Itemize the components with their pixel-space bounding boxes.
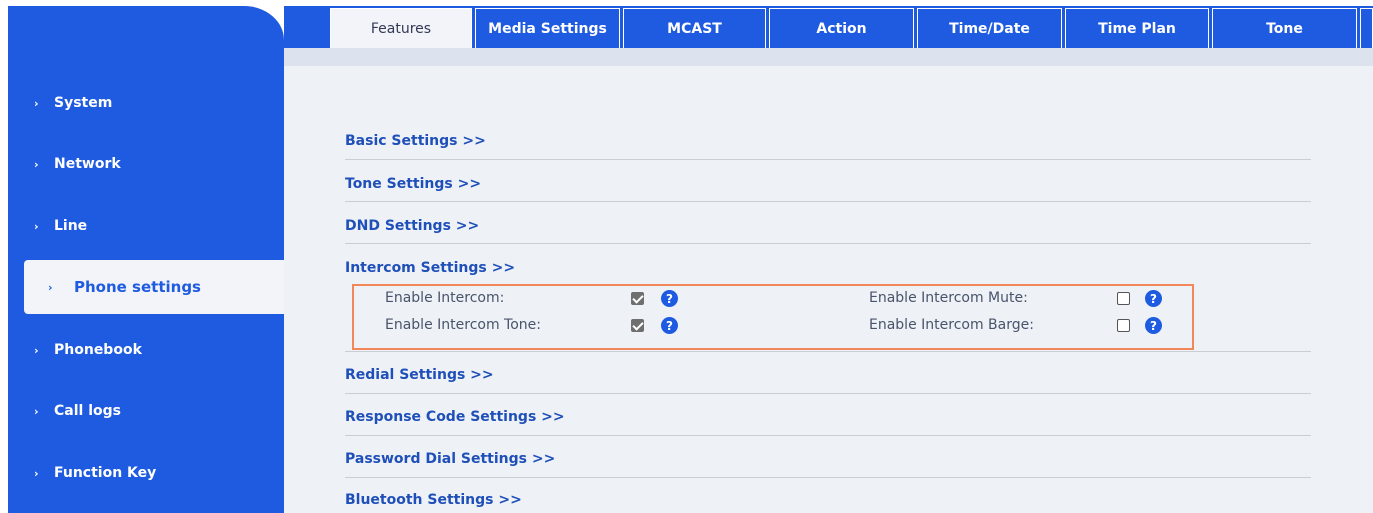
sidebar-item-label: Phonebook [54,342,142,358]
help-icon[interactable]: ? [661,317,678,334]
sidebar-item-label: Call logs [54,403,121,419]
section-password-dial-settings[interactable]: Password Dial Settings >> [345,451,555,467]
sidebar-item-phone-settings[interactable]: › Phone settings [24,260,284,314]
tab-action[interactable]: Action [769,8,914,48]
section-tone-settings[interactable]: Tone Settings >> [345,176,481,192]
enable-intercom-tone-checkbox[interactable] [631,319,644,332]
section-bluetooth-settings[interactable]: Bluetooth Settings >> [345,492,522,508]
chevron-right-icon: › [34,219,39,233]
chevron-right-icon: › [34,96,39,110]
help-icon[interactable]: ? [1145,290,1162,307]
section-intercom-settings[interactable]: Intercom Settings >> [345,260,515,276]
chevron-right-icon: › [34,157,39,171]
chevron-right-icon: › [34,404,39,418]
enable-intercom-barge-checkbox[interactable] [1117,319,1130,332]
tab-time-plan[interactable]: Time Plan [1065,8,1209,48]
section-basic-settings[interactable]: Basic Settings >> [345,133,486,149]
enable-intercom-mute-label: Enable Intercom Mute: [869,290,1028,306]
sidebar-item-label: Function Key [54,465,157,481]
sidebar: › System › Network › Line › Phone settin… [8,0,284,513]
divider [345,351,1311,352]
chevron-right-icon: › [34,343,39,357]
sidebar-item-line[interactable]: › Line [8,209,276,243]
tab-overflow[interactable] [1360,8,1373,48]
tab-time-date[interactable]: Time/Date [917,8,1062,48]
section-redial-settings[interactable]: Redial Settings >> [345,367,494,383]
enable-intercom-checkbox[interactable] [631,292,644,305]
tab-features[interactable]: Features [330,8,472,48]
divider [345,243,1311,244]
sidebar-item-network[interactable]: › Network [8,147,276,181]
tab-tone[interactable]: Tone [1212,8,1357,48]
divider [345,477,1311,478]
sidebar-item-label: Network [54,156,121,172]
chevron-right-icon: › [34,466,39,480]
chevron-right-icon: › [48,280,53,294]
tab-mcast[interactable]: MCAST [623,8,766,48]
section-dnd-settings[interactable]: DND Settings >> [345,218,479,234]
tab-bar-underline [284,48,1373,66]
tab-media-settings[interactable]: Media Settings [475,8,620,48]
enable-intercom-mute-checkbox[interactable] [1117,292,1130,305]
divider [345,393,1311,394]
divider [345,201,1311,202]
sidebar-item-label: System [54,95,113,111]
sidebar-item-label: Phone settings [74,278,201,296]
sidebar-item-function-key[interactable]: › Function Key [8,456,276,490]
help-icon[interactable]: ? [1145,317,1162,334]
divider [345,435,1311,436]
divider [345,159,1311,160]
enable-intercom-barge-label: Enable Intercom Barge: [869,317,1034,333]
sidebar-item-call-logs[interactable]: › Call logs [8,394,276,428]
sidebar-item-label: Line [54,218,88,234]
enable-intercom-label: Enable Intercom: [385,290,505,306]
enable-intercom-tone-label: Enable Intercom Tone: [385,317,541,333]
sidebar-item-system[interactable]: › System [8,86,276,120]
help-icon[interactable]: ? [661,290,678,307]
sidebar-item-phonebook[interactable]: › Phonebook [8,333,276,367]
section-response-code-settings[interactable]: Response Code Settings >> [345,409,565,425]
